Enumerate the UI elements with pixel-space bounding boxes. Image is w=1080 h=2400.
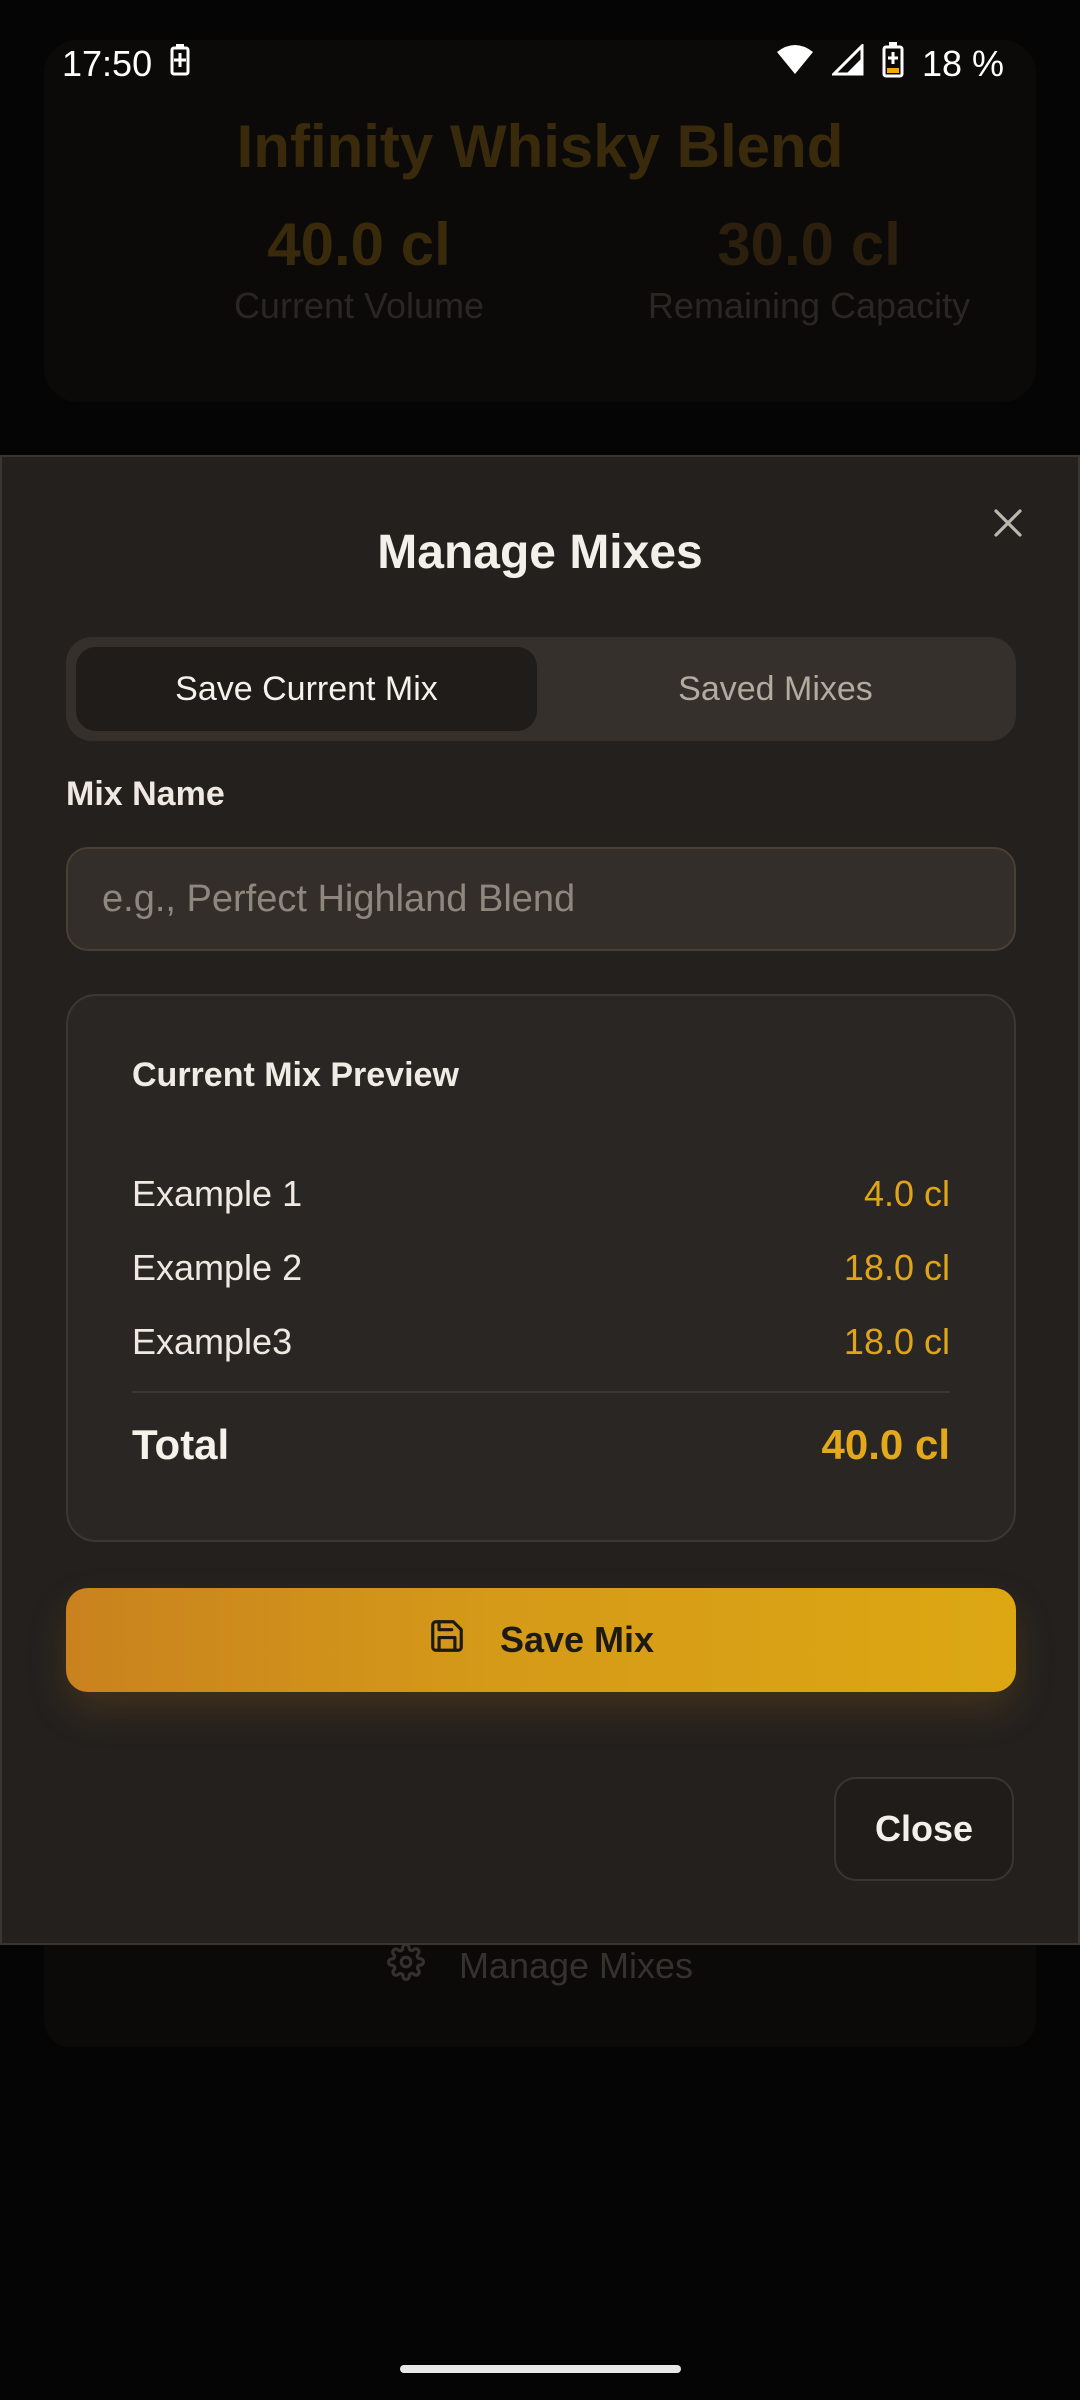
current-volume-stat: 40.0 cl Current Volume [124,210,594,327]
total-amount: 40.0 cl [821,1421,950,1468]
battery-percent: 18 % [921,43,1004,84]
remaining-capacity-stat: 30.0 cl Remaining Capacity [574,210,1044,327]
mix-name-label: Mix Name [66,775,225,813]
list-item: Example 2 18.0 cl [132,1231,950,1305]
battery-icon [882,41,904,87]
ingredient-name: Example 1 [132,1173,303,1214]
ingredient-name: Example 2 [132,1247,303,1288]
preview-total-row: Total 40.0 cl [132,1421,950,1469]
remaining-capacity-value: 30.0 cl [717,211,901,278]
ingredient-amount: 18.0 cl [843,1247,950,1288]
ingredient-name: Example3 [132,1321,293,1362]
divider [132,1391,950,1393]
tab-save-current-mix[interactable]: Save Current Mix [76,647,537,731]
preview-title: Current Mix Preview [132,1056,459,1094]
sheet-title: Manage Mixes [377,526,703,579]
wifi-icon [776,43,814,85]
tab-saved-mixes[interactable]: Saved Mixes [545,647,1006,731]
remaining-capacity-label: Remaining Capacity [647,285,971,326]
save-mix-label: Save Mix [499,1619,655,1660]
save-mix-button[interactable]: Save Mix [66,1588,1016,1692]
screen: Infinity Whisky Blend 40.0 cl Current Vo… [0,0,1080,2400]
ingredient-amount: 4.0 cl [863,1173,950,1214]
mix-name-input[interactable] [66,847,1016,951]
list-item: Example3 18.0 cl [132,1305,950,1379]
current-mix-preview: Current Mix Preview Example 1 4.0 cl Exa… [66,994,1016,1542]
background-manage-mixes-label: Manage Mixes [458,1945,694,1986]
tab-bar: Save Current Mix Saved Mixes [66,637,1016,741]
home-indicator[interactable] [400,2365,681,2373]
gear-icon [387,1942,425,1990]
status-time: 17:50 [62,43,153,84]
ingredient-amount: 18.0 cl [843,1321,950,1362]
background-manage-mixes-button: Manage Mixes [0,1940,1080,1992]
cell-signal-icon [830,42,864,85]
total-label: Total [132,1421,230,1468]
close-button[interactable]: Close [834,1777,1014,1881]
current-volume-label: Current Volume [233,285,485,326]
list-item: Example 1 4.0 cl [132,1157,950,1231]
status-bar: 17:50 18 % [0,0,1080,128]
battery-charging-icon [170,43,190,85]
preview-list: Example 1 4.0 cl Example 2 18.0 cl Examp… [132,1157,950,1379]
floppy-disk-icon [428,1617,466,1664]
current-volume-value: 40.0 cl [267,211,451,278]
manage-mixes-sheet: Manage Mixes Save Current Mix Saved Mixe… [0,455,1080,1945]
